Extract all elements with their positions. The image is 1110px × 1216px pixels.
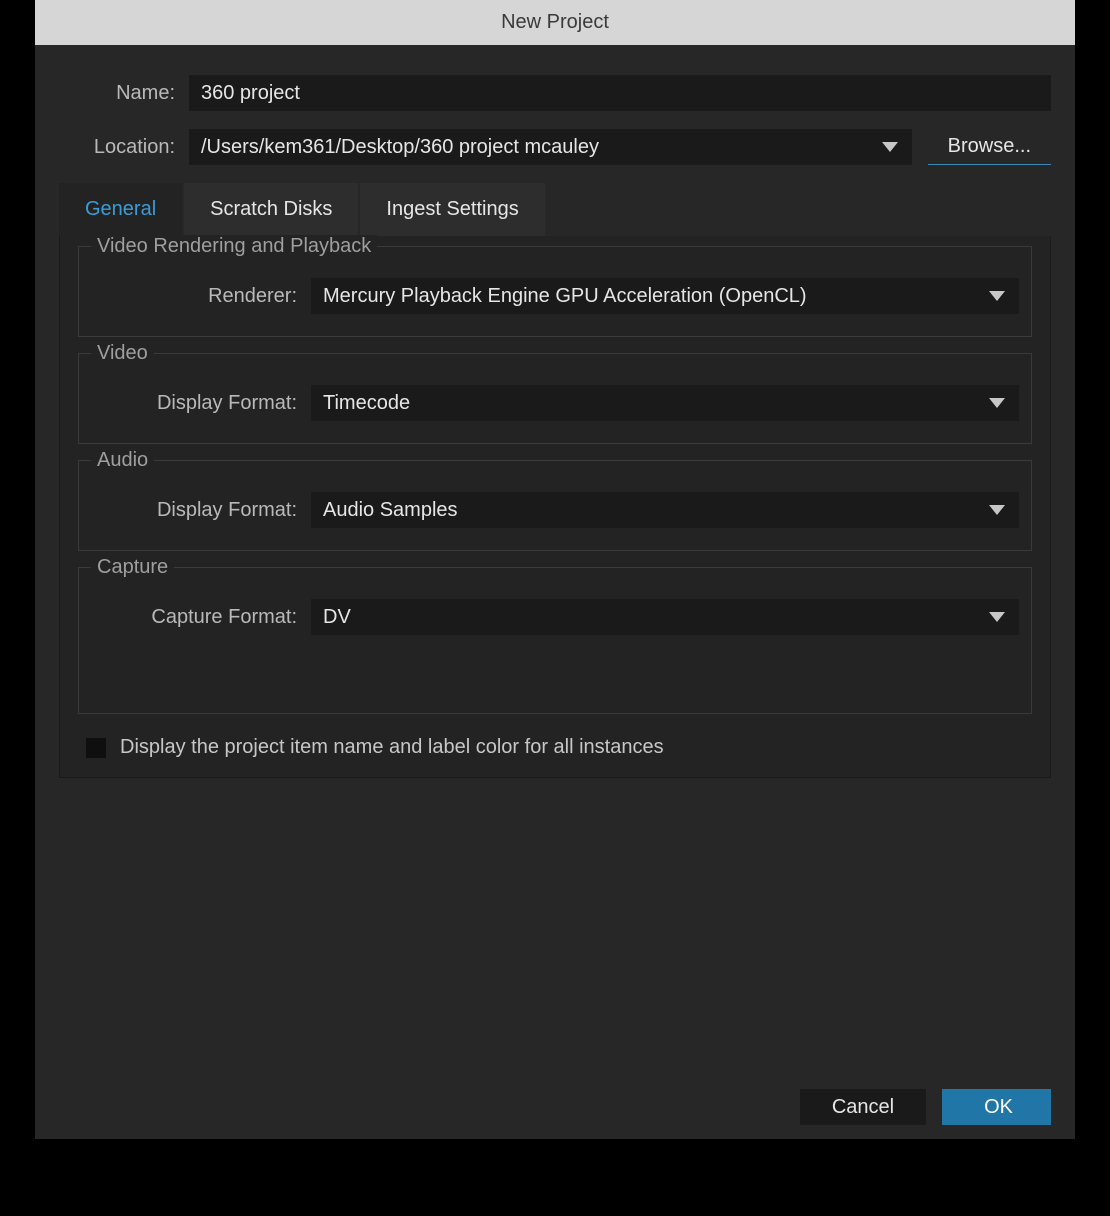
capture-format-row: Capture Format: DV xyxy=(91,599,1019,635)
location-row: Location: /Users/kem361/Desktop/360 proj… xyxy=(59,129,1051,165)
new-project-dialog: New Project Name: Location: /Users/kem36… xyxy=(35,0,1075,1139)
video-section: Video Display Format: Timecode xyxy=(78,353,1032,444)
video-display-format-value: Timecode xyxy=(323,392,410,415)
renderer-row: Renderer: Mercury Playback Engine GPU Ac… xyxy=(91,278,1019,314)
video-rendering-playback-section: Video Rendering and Playback Renderer: M… xyxy=(78,246,1032,337)
cancel-button[interactable]: Cancel xyxy=(800,1089,926,1125)
capture-legend: Capture xyxy=(91,556,174,579)
capture-format-label: Capture Format: xyxy=(91,606,311,629)
name-label: Name: xyxy=(59,82,189,105)
audio-section: Audio Display Format: Audio Samples xyxy=(78,460,1032,551)
audio-display-format-value: Audio Samples xyxy=(323,499,458,522)
renderer-dropdown[interactable]: Mercury Playback Engine GPU Acceleration… xyxy=(311,278,1019,314)
location-dropdown[interactable]: /Users/kem361/Desktop/360 project mcaule… xyxy=(189,129,912,165)
dialog-title: New Project xyxy=(501,11,609,34)
capture-format-value: DV xyxy=(323,606,351,629)
name-row: Name: xyxy=(59,75,1051,111)
audio-display-format-dropdown[interactable]: Audio Samples xyxy=(311,492,1019,528)
video-legend: Video xyxy=(91,342,154,365)
audio-legend: Audio xyxy=(91,449,154,472)
chevron-down-icon xyxy=(989,291,1005,301)
location-label: Location: xyxy=(59,136,189,159)
dialog-content: Name: Location: /Users/kem361/Desktop/36… xyxy=(35,45,1075,778)
name-input[interactable] xyxy=(189,75,1051,111)
ok-button[interactable]: OK xyxy=(942,1089,1051,1125)
chevron-down-icon xyxy=(989,505,1005,515)
chevron-down-icon xyxy=(989,398,1005,408)
chevron-down-icon xyxy=(989,612,1005,622)
audio-display-format-row: Display Format: Audio Samples xyxy=(91,492,1019,528)
chevron-down-icon xyxy=(882,142,898,152)
renderer-label: Renderer: xyxy=(91,285,311,308)
location-value: /Users/kem361/Desktop/360 project mcaule… xyxy=(201,136,599,159)
tab-general[interactable]: General xyxy=(59,183,182,236)
capture-format-dropdown[interactable]: DV xyxy=(311,599,1019,635)
tab-ingest-settings[interactable]: Ingest Settings xyxy=(360,183,544,236)
video-display-format-dropdown[interactable]: Timecode xyxy=(311,385,1019,421)
display-all-instances-checkbox[interactable] xyxy=(86,738,106,758)
display-all-instances-row: Display the project item name and label … xyxy=(78,736,1032,759)
display-all-instances-label: Display the project item name and label … xyxy=(120,736,664,759)
browse-button[interactable]: Browse... xyxy=(928,129,1051,165)
audio-display-format-label: Display Format: xyxy=(91,499,311,522)
tab-panel-general: Video Rendering and Playback Renderer: M… xyxy=(59,236,1051,778)
video-display-format-row: Display Format: Timecode xyxy=(91,385,1019,421)
dialog-footer: Cancel OK xyxy=(800,1089,1051,1125)
video-rendering-playback-legend: Video Rendering and Playback xyxy=(91,235,377,258)
video-display-format-label: Display Format: xyxy=(91,392,311,415)
tab-scratch-disks[interactable]: Scratch Disks xyxy=(184,183,358,236)
title-bar: New Project xyxy=(35,0,1075,45)
capture-section: Capture Capture Format: DV xyxy=(78,567,1032,714)
tab-bar: General Scratch Disks Ingest Settings xyxy=(59,183,1051,236)
renderer-value: Mercury Playback Engine GPU Acceleration… xyxy=(323,285,807,308)
